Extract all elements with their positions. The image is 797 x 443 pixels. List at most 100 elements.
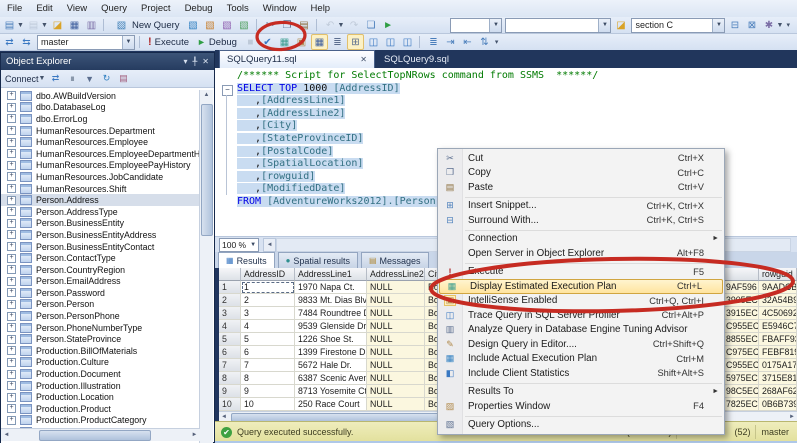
chevron-down-icon[interactable]: ▼ bbox=[712, 19, 724, 32]
new-item-icon[interactable]: ▤ bbox=[2, 18, 17, 32]
connect-dropdown-icon[interactable]: ▼ bbox=[39, 75, 46, 82]
menu-item-copy[interactable]: ❐CopyCtrl+C bbox=[438, 166, 724, 181]
tree-item[interactable]: +Person.EmailAddress bbox=[1, 276, 200, 288]
database-combo[interactable]: master▼ bbox=[37, 35, 135, 50]
cut-icon[interactable]: ✂ bbox=[263, 18, 278, 32]
tree-item[interactable]: +Person.CountryRegion bbox=[1, 264, 200, 276]
expand-plus-icon[interactable]: + bbox=[7, 312, 16, 321]
expand-plus-icon[interactable]: + bbox=[7, 416, 16, 425]
tree-item[interactable]: +Person.Address bbox=[1, 194, 200, 206]
expand-plus-icon[interactable]: + bbox=[7, 265, 16, 274]
save-icon[interactable]: ▦ bbox=[67, 18, 82, 32]
expand-plus-icon[interactable]: + bbox=[7, 242, 16, 251]
tree-item[interactable]: +Production.Culture bbox=[1, 357, 200, 369]
indent-icon[interactable]: ⇥ bbox=[443, 35, 458, 49]
expand-plus-icon[interactable]: + bbox=[7, 91, 16, 100]
connect-icon[interactable]: ⇄ bbox=[2, 35, 17, 49]
expand-plus-icon[interactable]: + bbox=[7, 335, 16, 344]
intellisense-icon[interactable]: ▣ bbox=[294, 35, 309, 49]
expand-plus-icon[interactable]: + bbox=[7, 300, 16, 309]
paste-icon[interactable]: ▤ bbox=[297, 18, 312, 32]
expand-plus-icon[interactable]: + bbox=[7, 161, 16, 170]
outdent-icon[interactable]: ⇤ bbox=[460, 35, 475, 49]
expand-plus-icon[interactable]: + bbox=[7, 277, 16, 286]
copy-icon[interactable]: ❐ bbox=[280, 18, 295, 32]
tree-item[interactable]: +HumanResources.Employee bbox=[1, 136, 200, 148]
tree-item[interactable]: +HumanResources.JobCandidate bbox=[1, 171, 200, 183]
refresh-icon[interactable]: ↻ bbox=[100, 73, 114, 84]
display-estimated-plan-icon[interactable]: ▦ bbox=[277, 35, 292, 49]
toolbar-options-dropdown[interactable]: ▼ bbox=[776, 22, 783, 29]
menu-item-paste[interactable]: ▤PasteCtrl+V bbox=[438, 180, 724, 195]
menu-file[interactable]: File bbox=[0, 2, 29, 15]
menu-help[interactable]: Help bbox=[304, 2, 338, 15]
expand-plus-icon[interactable]: + bbox=[7, 126, 16, 135]
expand-plus-icon[interactable]: + bbox=[7, 196, 16, 205]
dmx-query-icon[interactable]: ▧ bbox=[220, 18, 235, 32]
menu-edit[interactable]: Edit bbox=[29, 2, 59, 15]
scroll-up-icon[interactable]: ▲ bbox=[200, 90, 213, 101]
results-to-text-icon[interactable]: ≣ bbox=[330, 35, 345, 49]
chevron-down-icon[interactable]: ▼ bbox=[489, 19, 501, 32]
chevron-down-icon[interactable]: ▼ bbox=[598, 19, 610, 32]
menu-item-include-client-statistics[interactable]: ◧Include Client StatisticsShift+Alt+S bbox=[438, 366, 724, 381]
toolbar-overflow-icon[interactable]: ▾ bbox=[783, 21, 793, 29]
parse-icon[interactable]: ✔ bbox=[260, 35, 275, 49]
undo-icon-dropdown[interactable]: ▼ bbox=[338, 22, 345, 29]
connect-button[interactable]: Connect bbox=[5, 74, 39, 84]
menu-view[interactable]: View bbox=[60, 2, 94, 15]
menu-query[interactable]: Query bbox=[94, 2, 134, 15]
reports-icon[interactable]: ▤ bbox=[117, 73, 131, 84]
tree-item[interactable]: +Production.BillOfMaterials bbox=[1, 345, 200, 357]
database-sync2-icon[interactable]: ◫ bbox=[400, 35, 415, 49]
xmla-query-icon[interactable]: ▧ bbox=[237, 18, 252, 32]
menu-debug[interactable]: Debug bbox=[178, 2, 220, 15]
tree-item[interactable]: +Person.BusinessEntityAddress bbox=[1, 229, 200, 241]
float-icon[interactable]: ⊠ bbox=[744, 18, 759, 32]
expand-plus-icon[interactable]: + bbox=[7, 346, 16, 355]
tree-item[interactable]: +Person.Password bbox=[1, 287, 200, 299]
menu-item-design-query-in-editor[interactable]: ✎Design Query in Editor....Ctrl+Shift+Q bbox=[438, 337, 724, 352]
expand-plus-icon[interactable]: + bbox=[7, 184, 16, 193]
change-connection-icon[interactable]: ⇆ bbox=[19, 35, 34, 49]
menu-item-connection[interactable]: Connection► bbox=[438, 232, 724, 247]
editor-scroll-left-icon[interactable]: ◄ bbox=[263, 238, 276, 252]
results-to-grid-icon[interactable]: ⊞ bbox=[347, 34, 364, 50]
tree-item[interactable]: +Person.PersonPhone bbox=[1, 310, 200, 322]
open-folder-icon[interactable]: ◪ bbox=[50, 18, 65, 32]
window-position-icon[interactable]: ▾ bbox=[183, 57, 187, 66]
tree-item[interactable]: +Production.Document bbox=[1, 368, 200, 380]
tree-item[interactable]: +dbo.AWBuildVersion bbox=[1, 90, 200, 102]
scroll-left-icon[interactable]: ◄ bbox=[1, 429, 12, 441]
menu-item-analyze-query-in-database-engine-tuning-advisor[interactable]: ▥Analyze Query in Database Engine Tuning… bbox=[438, 323, 724, 338]
outline-icon[interactable]: ≣ bbox=[426, 35, 441, 49]
undo-icon[interactable]: ↶ bbox=[323, 18, 338, 32]
execute-button[interactable]: !Execute bbox=[144, 35, 193, 49]
expand-plus-icon[interactable]: + bbox=[7, 103, 16, 112]
open-item-icon[interactable]: ▤ bbox=[26, 18, 41, 32]
sqlcmd-icon[interactable]: ◫ bbox=[366, 35, 381, 49]
tree-item[interactable]: +HumanResources.EmployeePayHistory bbox=[1, 160, 200, 172]
expand-plus-icon[interactable]: + bbox=[7, 114, 16, 123]
expand-plus-icon[interactable]: + bbox=[7, 393, 16, 402]
code-fold-icon[interactable]: − bbox=[222, 85, 233, 96]
debug-button[interactable]: ►Debug bbox=[193, 35, 241, 49]
redo-icon[interactable]: ↷ bbox=[347, 18, 362, 32]
tree-item[interactable]: +HumanResources.EmployeeDepartmentHistor… bbox=[1, 148, 200, 160]
scrollbar-thumb[interactable] bbox=[201, 104, 213, 236]
menu-window[interactable]: Window bbox=[256, 2, 304, 15]
tree-item[interactable]: +HumanResources.Department bbox=[1, 125, 200, 137]
pin-icon[interactable]: ╀ bbox=[192, 57, 197, 66]
menu-item-include-actual-execution-plan[interactable]: ▦Include Actual Execution PlanCtrl+M bbox=[438, 352, 724, 367]
menu-item-execute[interactable]: !ExecuteF5 bbox=[438, 265, 724, 280]
results-tab-results[interactable]: ▦Results bbox=[218, 252, 275, 268]
tree-item[interactable]: +dbo.ErrorLog bbox=[1, 113, 200, 125]
menu-item-trace-query-in-sql-server-profiler[interactable]: ◫Trace Query in SQL Server ProfilerCtrl+… bbox=[438, 308, 724, 323]
expand-plus-icon[interactable]: + bbox=[7, 404, 16, 413]
combo-empty-1[interactable]: ▼ bbox=[450, 18, 502, 33]
combo-empty-2[interactable]: ▼ bbox=[505, 18, 611, 33]
menu-item-intellisense-enabled[interactable]: ▣IntelliSense EnabledCtrl+Q, Ctrl+I bbox=[438, 294, 724, 309]
open-folder-icon[interactable]: ◪ bbox=[613, 18, 628, 32]
close-icon[interactable]: ✕ bbox=[360, 55, 367, 64]
expand-plus-icon[interactable]: + bbox=[7, 219, 16, 228]
